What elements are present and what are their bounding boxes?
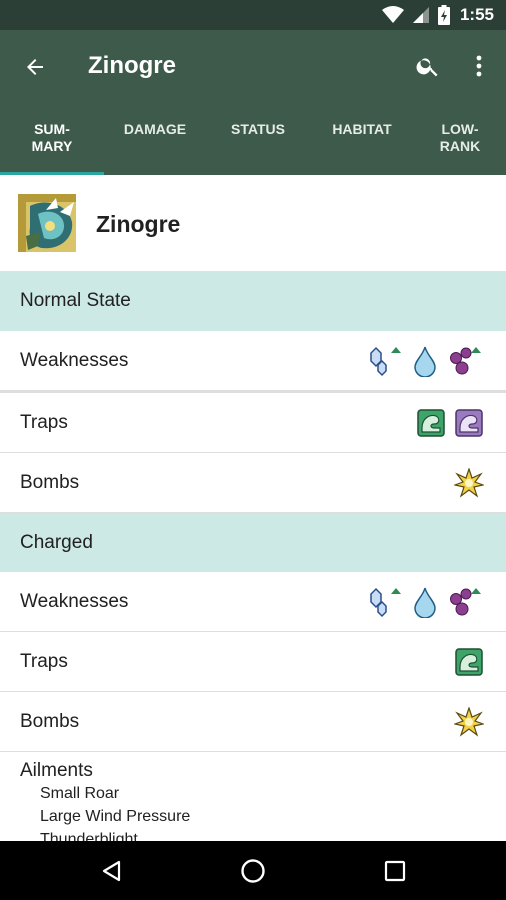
- flash-bomb-icon: [454, 468, 484, 498]
- poison-up-icon: [450, 347, 481, 375]
- tab-status[interactable]: STATUS: [206, 108, 310, 175]
- tab-bar: SUM- MARY DAMAGE STATUS HABITAT LOW- RAN…: [0, 108, 506, 175]
- nav-back-button[interactable]: [94, 853, 130, 889]
- back-triangle-icon: [102, 860, 121, 882]
- water-element-icon: [414, 587, 436, 618]
- bomb-icons: [454, 466, 484, 500]
- bomb-icons: [454, 705, 484, 739]
- section-header-normal-state: Normal State: [0, 271, 506, 331]
- ailment-item: Small Roar: [40, 785, 120, 802]
- more-options-button[interactable]: [462, 48, 496, 84]
- arrow-back-icon: [27, 59, 43, 75]
- ice-element-up-icon: [370, 587, 401, 618]
- monster-name: Zinogre: [96, 211, 181, 237]
- row-bombs-charged[interactable]: Bombs: [0, 692, 506, 752]
- tab-summary[interactable]: SUM- MARY: [0, 108, 104, 175]
- row-label: Weaknesses: [20, 350, 129, 371]
- tab-low-rank[interactable]: LOW- RANK: [414, 108, 506, 175]
- trap-icons: [454, 645, 484, 679]
- row-label: Weaknesses: [20, 591, 129, 612]
- pitfall-trap-icon: [455, 648, 483, 676]
- monster-header: Zinogre: [0, 175, 506, 271]
- nav-home-button[interactable]: [235, 853, 271, 889]
- shock-trap-icon: [455, 409, 483, 437]
- battery-charging-icon: [437, 5, 450, 25]
- cell-signal-icon: [412, 7, 429, 23]
- row-label: Traps: [20, 412, 68, 433]
- back-button[interactable]: [18, 50, 52, 84]
- tab-label: DAMAGE: [123, 121, 187, 137]
- navigation-bar: [0, 841, 506, 900]
- tab-label: HABITAT: [332, 121, 392, 137]
- row-traps-normal[interactable]: Traps: [0, 391, 506, 453]
- summary-content[interactable]: Zinogre Normal State Weaknesses Traps Bo…: [0, 175, 506, 841]
- row-traps-charged[interactable]: Traps: [0, 632, 506, 692]
- row-label: Traps: [20, 651, 68, 672]
- search-icon: [416, 58, 438, 77]
- row-label: Bombs: [20, 711, 80, 732]
- wifi-icon: [381, 6, 404, 23]
- row-weaknesses-normal[interactable]: Weaknesses: [0, 331, 506, 391]
- tab-label: SUM- MARY: [31, 121, 73, 154]
- tab-label: STATUS: [231, 121, 285, 137]
- page-title: Zinogre: [88, 52, 176, 79]
- ailment-item: Large Wind Pressure: [40, 808, 191, 825]
- recents-square-icon: [384, 860, 406, 882]
- ailment-item: Thunderblight: [40, 831, 138, 841]
- tab-label: LOW- RANK: [439, 121, 481, 154]
- more-vertical-icon: [476, 55, 482, 77]
- status-bar: 1:55: [0, 0, 506, 30]
- search-button[interactable]: [410, 48, 446, 84]
- ice-element-up-icon: [370, 346, 401, 377]
- tab-damage[interactable]: DAMAGE: [104, 108, 206, 175]
- flash-bomb-icon: [454, 707, 484, 737]
- tab-habitat[interactable]: HABITAT: [310, 108, 414, 175]
- weakness-icons: [366, 344, 484, 378]
- zinogre-monster-icon: [18, 194, 76, 252]
- row-weaknesses-charged[interactable]: Weaknesses: [0, 572, 506, 632]
- water-element-icon: [414, 346, 436, 377]
- trap-icons: [416, 406, 484, 440]
- status-time: 1:55: [459, 5, 494, 24]
- app-bar: Zinogre SUM- MARY DAMAGE STATUS HABITAT …: [0, 30, 506, 175]
- nav-recents-button[interactable]: [377, 853, 413, 889]
- row-label: Bombs: [20, 472, 80, 493]
- pitfall-trap-icon: [417, 409, 445, 437]
- section-header-charged: Charged: [0, 513, 506, 572]
- home-circle-icon: [241, 859, 265, 883]
- poison-up-icon: [450, 588, 481, 616]
- row-bombs-normal[interactable]: Bombs: [0, 453, 506, 513]
- weakness-icons: [366, 585, 484, 619]
- ailments-title: Ailments: [20, 760, 93, 781]
